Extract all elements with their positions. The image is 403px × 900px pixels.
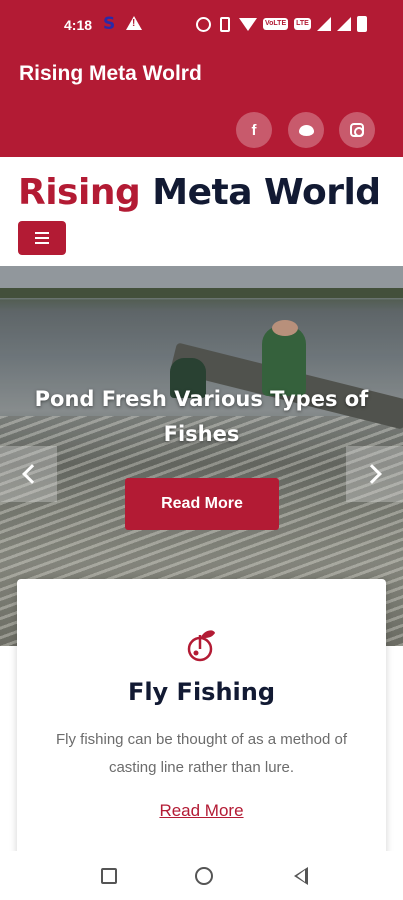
top-header: 4:18 S VoLTE LTE Rising Meta Wolrd f	[0, 0, 403, 157]
status-icons: VoLTE LTE	[196, 16, 367, 32]
hero-read-more-button[interactable]: Read More	[125, 478, 279, 530]
card-title: Fly Fishing	[127, 678, 276, 706]
lte-chip: LTE	[294, 18, 311, 30]
card-description: Fly fishing can be thought of as a metho…	[55, 731, 347, 776]
twitter-button[interactable]	[288, 112, 324, 148]
brand-part-2: Meta World	[152, 172, 381, 213]
brand-part-1: Rising	[18, 172, 141, 213]
recents-button[interactable]	[101, 868, 117, 884]
facebook-button[interactable]: f	[236, 112, 272, 148]
system-navigation-bar	[0, 851, 403, 900]
site-brand[interactable]: Rising Meta World	[18, 172, 381, 213]
fly-fishing-icon	[187, 630, 215, 662]
vibrate-icon	[220, 16, 230, 32]
twitter-icon	[298, 124, 314, 136]
wifi-icon	[239, 17, 257, 31]
service-card: Fly Fishing Fly fishing can be thought o…	[17, 579, 386, 859]
hamburger-icon-line	[35, 242, 49, 244]
home-button[interactable]	[195, 867, 213, 885]
chevron-right-icon	[361, 464, 382, 484]
slider-prev-button[interactable]	[0, 446, 57, 502]
status-time: 4:18	[64, 17, 93, 33]
slider-next-button[interactable]	[346, 446, 403, 502]
facebook-icon: f	[251, 121, 257, 139]
warning-icon	[126, 16, 142, 30]
card-read-more-link[interactable]: Read More	[17, 801, 386, 821]
chevron-left-icon	[21, 464, 42, 484]
signal-icon-2	[336, 17, 351, 31]
hero-title: Pond Fresh Various Types of Fishes	[34, 387, 369, 446]
instagram-icon	[350, 123, 364, 137]
alarm-icon	[196, 16, 211, 32]
volte-chip: VoLTE	[263, 18, 289, 30]
back-button[interactable]	[294, 867, 308, 885]
hamburger-icon-line	[35, 237, 49, 239]
app-notification-icon: S	[103, 14, 116, 34]
battery-icon	[356, 16, 367, 32]
signal-icon	[316, 17, 331, 31]
instagram-button[interactable]	[339, 112, 375, 148]
menu-button[interactable]	[18, 221, 66, 255]
hamburger-icon	[35, 232, 49, 234]
app-bar-title: Rising Meta Wolrd	[19, 62, 202, 85]
status-bar: 4:18 S VoLTE LTE	[0, 0, 403, 52]
